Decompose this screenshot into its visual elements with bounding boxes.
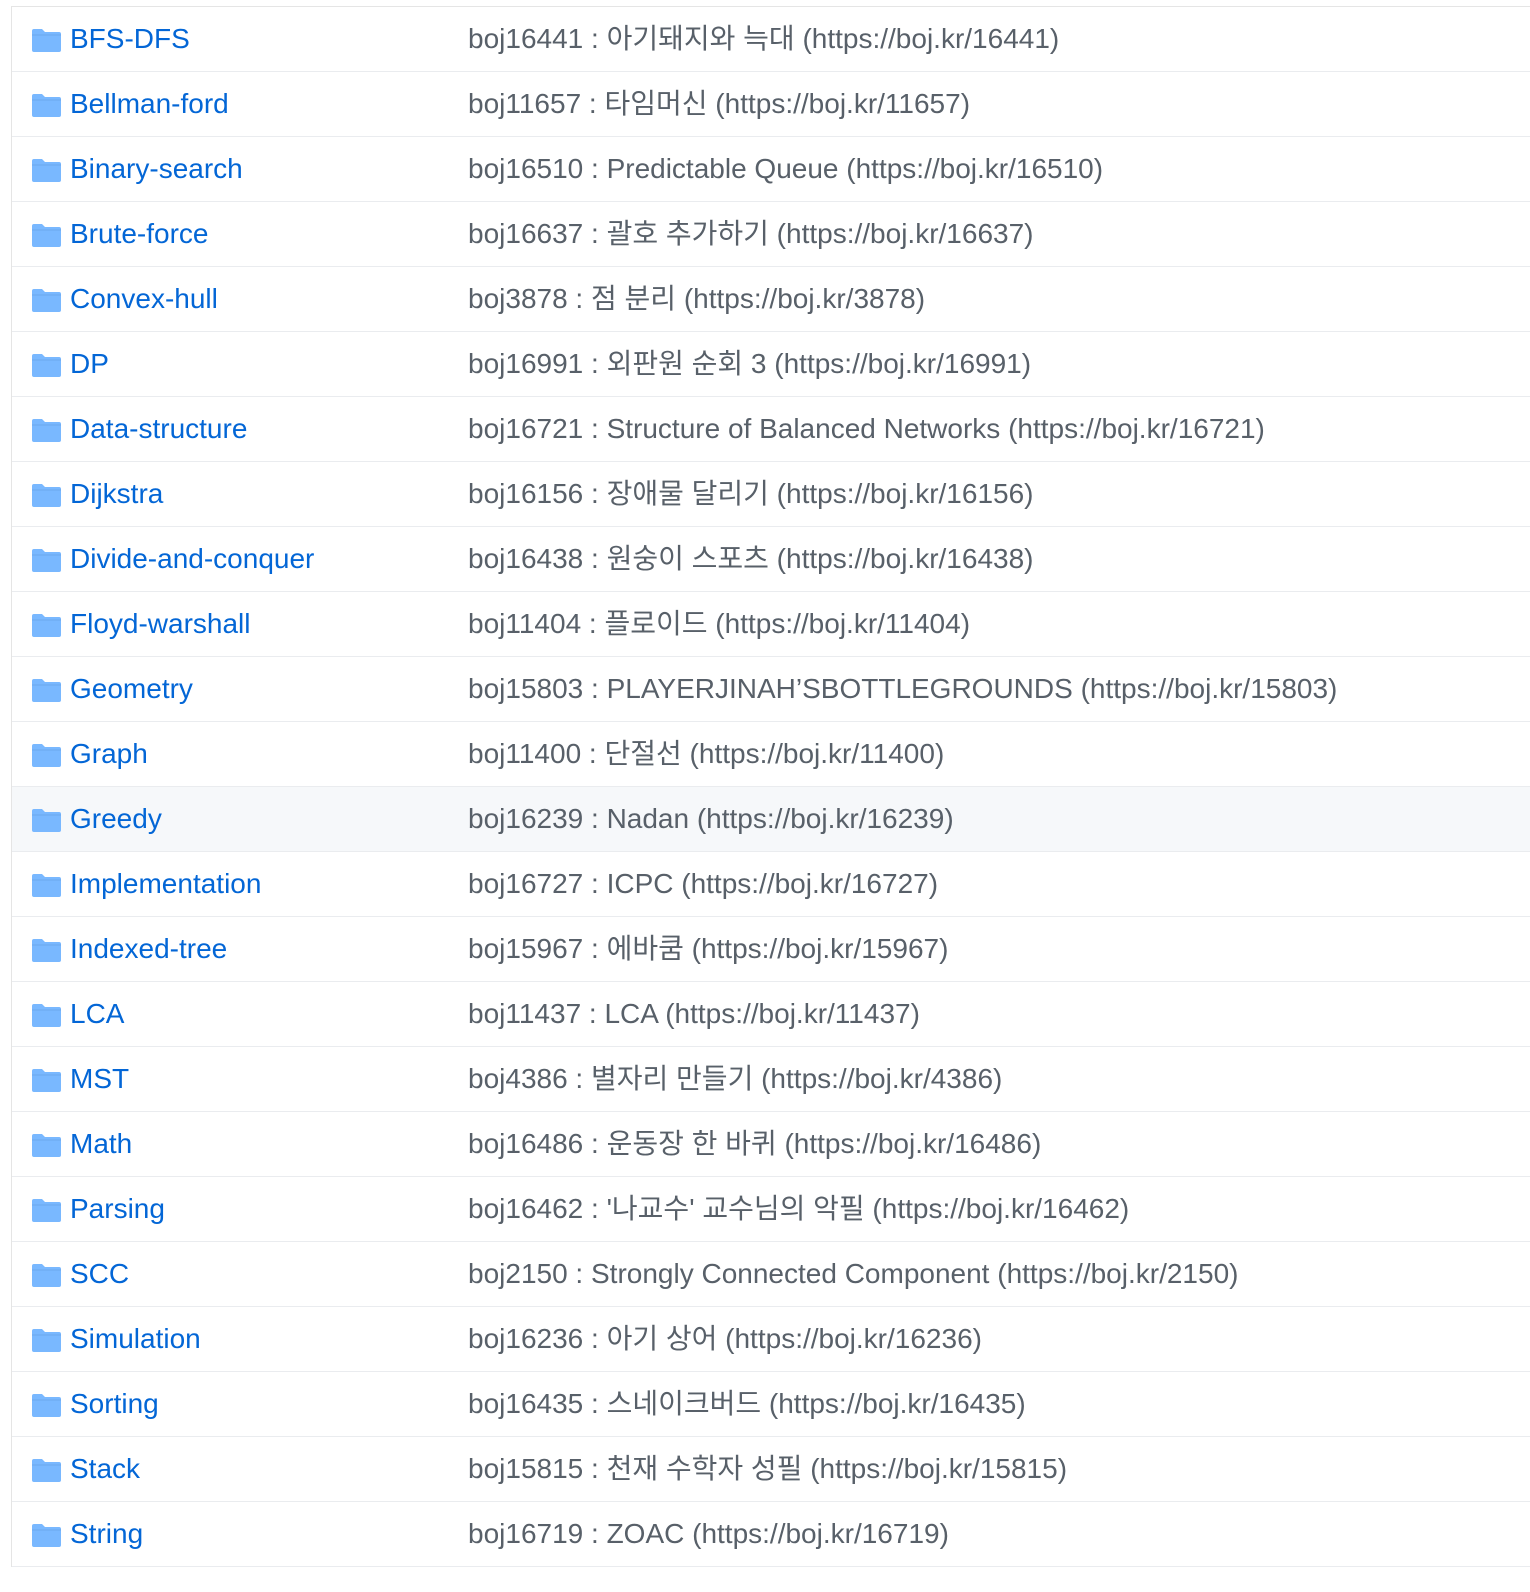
commit-message-link[interactable]: boj16486 : 운동장 한 바퀴 (https://boj.kr/1648… bbox=[468, 1112, 1041, 1176]
commit-message-link[interactable]: boj2150 : Strongly Connected Component (… bbox=[468, 1242, 1238, 1306]
commit-message-link[interactable]: boj16438 : 원숭이 스포츠 (https://boj.kr/16438… bbox=[468, 527, 1033, 591]
folder-icon bbox=[32, 224, 61, 247]
commit-message-link[interactable]: boj15967 : 에바쿰 (https://boj.kr/15967) bbox=[468, 917, 948, 981]
folder-icon bbox=[32, 744, 61, 767]
folder-link[interactable]: LCA bbox=[70, 982, 124, 1046]
file-row-data-structure[interactable]: Data-structure boj16721 : Structure of B… bbox=[12, 397, 1530, 462]
file-row-simulation[interactable]: Simulation boj16236 : 아기 상어 (https://boj… bbox=[12, 1307, 1530, 1372]
folder-link[interactable]: SCC bbox=[70, 1242, 129, 1306]
folder-icon bbox=[32, 1069, 61, 1092]
folder-link[interactable]: Parsing bbox=[70, 1177, 165, 1241]
folder-link[interactable]: Binary-search bbox=[70, 137, 243, 201]
file-row-bfs-dfs[interactable]: BFS-DFS boj16441 : 아기돼지와 늑대 (https://boj… bbox=[12, 7, 1530, 72]
folder-icon bbox=[32, 29, 61, 52]
folder-icon bbox=[32, 549, 61, 572]
commit-message-link[interactable]: boj16991 : 외판원 순회 3 (https://boj.kr/1699… bbox=[468, 332, 1031, 396]
file-row-sorting[interactable]: Sorting boj16435 : 스네이크버드 (https://boj.k… bbox=[12, 1372, 1530, 1437]
commit-message-link[interactable]: boj15815 : 천재 수학자 성필 (https://boj.kr/158… bbox=[468, 1437, 1067, 1501]
folder-icon bbox=[32, 809, 61, 832]
folder-icon bbox=[32, 1264, 61, 1287]
folder-icon bbox=[32, 419, 61, 442]
folder-link[interactable]: Implementation bbox=[70, 852, 261, 916]
file-row-stack[interactable]: Stack boj15815 : 천재 수학자 성필 (https://boj.… bbox=[12, 1437, 1530, 1502]
commit-message-link[interactable]: boj4386 : 별자리 만들기 (https://boj.kr/4386) bbox=[468, 1047, 1002, 1111]
commit-message-link[interactable]: boj16441 : 아기돼지와 늑대 (https://boj.kr/1644… bbox=[468, 7, 1059, 71]
file-row-greedy[interactable]: Greedy boj16239 : Nadan (https://boj.kr/… bbox=[12, 787, 1530, 852]
folder-link[interactable]: Bellman-ford bbox=[70, 72, 229, 136]
folder-link[interactable]: Sorting bbox=[70, 1372, 159, 1436]
file-row-dp[interactable]: DP boj16991 : 외판원 순회 3 (https://boj.kr/1… bbox=[12, 332, 1530, 397]
file-row-floyd-warshall[interactable]: Floyd-warshall boj11404 : 플로이드 (https://… bbox=[12, 592, 1530, 657]
folder-link[interactable]: Graph bbox=[70, 722, 148, 786]
file-list: BFS-DFS boj16441 : 아기돼지와 늑대 (https://boj… bbox=[11, 6, 1530, 1567]
commit-message-link[interactable]: boj16719 : ZOAC (https://boj.kr/16719) bbox=[468, 1502, 949, 1566]
file-row-convex-hull[interactable]: Convex-hull boj3878 : 점 분리 (https://boj.… bbox=[12, 267, 1530, 332]
folder-icon bbox=[32, 159, 61, 182]
file-row-mst[interactable]: MST boj4386 : 별자리 만들기 (https://boj.kr/43… bbox=[12, 1047, 1530, 1112]
folder-link[interactable]: Floyd-warshall bbox=[70, 592, 251, 656]
file-row-scc[interactable]: SCC boj2150 : Strongly Connected Compone… bbox=[12, 1242, 1530, 1307]
commit-message-link[interactable]: boj11400 : 단절선 (https://boj.kr/11400) bbox=[468, 722, 944, 786]
file-row-bellman-ford[interactable]: Bellman-ford boj11657 : 타임머신 (https://bo… bbox=[12, 72, 1530, 137]
file-row-binary-search[interactable]: Binary-search boj16510 : Predictable Que… bbox=[12, 137, 1530, 202]
file-row-lca[interactable]: LCA boj11437 : LCA (https://boj.kr/11437… bbox=[12, 982, 1530, 1047]
commit-message-link[interactable]: boj16156 : 장애물 달리기 (https://boj.kr/16156… bbox=[468, 462, 1033, 526]
file-row-geometry[interactable]: Geometry boj15803 : PLAYERJINAH’SBOTTLEG… bbox=[12, 657, 1530, 722]
folder-link[interactable]: Divide-and-conquer bbox=[70, 527, 314, 591]
file-row-divide-and-conquer[interactable]: Divide-and-conquer boj16438 : 원숭이 스포츠 (h… bbox=[12, 527, 1530, 592]
folder-link[interactable]: MST bbox=[70, 1047, 129, 1111]
commit-message-link[interactable]: boj11657 : 타임머신 (https://boj.kr/11657) bbox=[468, 72, 970, 136]
commit-message-link[interactable]: boj11404 : 플로이드 (https://boj.kr/11404) bbox=[468, 592, 970, 656]
file-row-implementation[interactable]: Implementation boj16727 : ICPC (https://… bbox=[12, 852, 1530, 917]
file-row-graph[interactable]: Graph boj11400 : 단절선 (https://boj.kr/114… bbox=[12, 722, 1530, 787]
folder-link[interactable]: Brute-force bbox=[70, 202, 209, 266]
commit-message-link[interactable]: boj11437 : LCA (https://boj.kr/11437) bbox=[468, 982, 920, 1046]
file-row-math[interactable]: Math boj16486 : 운동장 한 바퀴 (https://boj.kr… bbox=[12, 1112, 1530, 1177]
commit-message-link[interactable]: boj16510 : Predictable Queue (https://bo… bbox=[468, 137, 1103, 201]
folder-icon bbox=[32, 1004, 61, 1027]
commit-message-link[interactable]: boj16721 : Structure of Balanced Network… bbox=[468, 397, 1265, 461]
commit-message-link[interactable]: boj16435 : 스네이크버드 (https://boj.kr/16435) bbox=[468, 1372, 1026, 1436]
folder-icon bbox=[32, 1134, 61, 1157]
commit-message-link[interactable]: boj3878 : 점 분리 (https://boj.kr/3878) bbox=[468, 267, 925, 331]
folder-icon bbox=[32, 1524, 61, 1547]
folder-link[interactable]: Simulation bbox=[70, 1307, 201, 1371]
file-row-brute-force[interactable]: Brute-force boj16637 : 괄호 추가하기 (https://… bbox=[12, 202, 1530, 267]
folder-link[interactable]: String bbox=[70, 1502, 143, 1566]
folder-icon bbox=[32, 1459, 61, 1482]
folder-icon bbox=[32, 94, 61, 117]
folder-link[interactable]: Math bbox=[70, 1112, 132, 1176]
file-row-parsing[interactable]: Parsing boj16462 : '나교수' 교수님의 악필 (https:… bbox=[12, 1177, 1530, 1242]
commit-message-link[interactable]: boj16727 : ICPC (https://boj.kr/16727) bbox=[468, 852, 938, 916]
folder-icon bbox=[32, 874, 61, 897]
file-row-string[interactable]: String boj16719 : ZOAC (https://boj.kr/1… bbox=[12, 1502, 1530, 1567]
folder-icon bbox=[32, 289, 61, 312]
commit-message-link[interactable]: boj16236 : 아기 상어 (https://boj.kr/16236) bbox=[468, 1307, 982, 1371]
folder-link[interactable]: Stack bbox=[70, 1437, 140, 1501]
folder-icon bbox=[32, 1199, 61, 1222]
folder-link[interactable]: Data-structure bbox=[70, 397, 247, 461]
commit-message-link[interactable]: boj16239 : Nadan (https://boj.kr/16239) bbox=[468, 787, 954, 851]
folder-icon bbox=[32, 1394, 61, 1417]
folder-link[interactable]: DP bbox=[70, 332, 109, 396]
folder-link[interactable]: Greedy bbox=[70, 787, 162, 851]
folder-icon bbox=[32, 484, 61, 507]
folder-icon bbox=[32, 614, 61, 637]
file-row-indexed-tree[interactable]: Indexed-tree boj15967 : 에바쿰 (https://boj… bbox=[12, 917, 1530, 982]
folder-link[interactable]: BFS-DFS bbox=[70, 7, 190, 71]
folder-link[interactable]: Convex-hull bbox=[70, 267, 218, 331]
folder-icon bbox=[32, 679, 61, 702]
folder-icon bbox=[32, 939, 61, 962]
folder-icon bbox=[32, 1329, 61, 1352]
folder-link[interactable]: Geometry bbox=[70, 657, 193, 721]
commit-message-link[interactable]: boj16462 : '나교수' 교수님의 악필 (https://boj.kr… bbox=[468, 1177, 1129, 1241]
commit-message-link[interactable]: boj16637 : 괄호 추가하기 (https://boj.kr/16637… bbox=[468, 202, 1033, 266]
folder-link[interactable]: Indexed-tree bbox=[70, 917, 227, 981]
folder-link[interactable]: Dijkstra bbox=[70, 462, 163, 526]
folder-icon bbox=[32, 354, 61, 377]
commit-message-link[interactable]: boj15803 : PLAYERJINAH’SBOTTLEGROUNDS (h… bbox=[468, 657, 1337, 721]
file-row-dijkstra[interactable]: Dijkstra boj16156 : 장애물 달리기 (https://boj… bbox=[12, 462, 1530, 527]
